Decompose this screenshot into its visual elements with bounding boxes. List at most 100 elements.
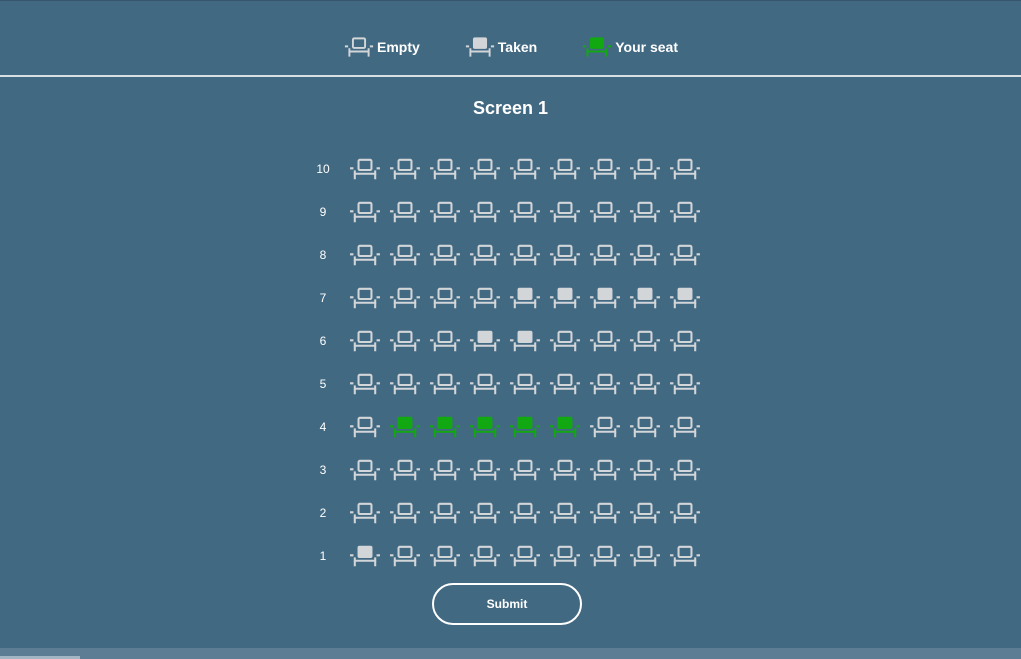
seat-empty-icon[interactable]	[468, 152, 502, 186]
seat-empty-icon[interactable]	[628, 195, 662, 229]
horizontal-scrollbar[interactable]	[0, 648, 1021, 659]
seat-empty-icon[interactable]	[388, 496, 422, 530]
seat-empty-icon[interactable]	[668, 367, 702, 401]
seat-empty-icon[interactable]	[348, 238, 382, 272]
seat-empty-icon[interactable]	[388, 539, 422, 573]
seat-empty-icon[interactable]	[548, 539, 582, 573]
seat-empty-icon[interactable]	[508, 367, 542, 401]
seat-empty-icon[interactable]	[508, 152, 542, 186]
seat-empty-icon[interactable]	[508, 453, 542, 487]
seat-row: 1	[310, 534, 708, 577]
seat-empty-icon[interactable]	[428, 238, 462, 272]
row-label: 2	[319, 505, 327, 520]
seat-row: 3	[310, 448, 708, 491]
seat-empty-icon[interactable]	[428, 367, 462, 401]
seat-empty-icon[interactable]	[548, 496, 582, 530]
seat-empty-icon[interactable]	[588, 539, 622, 573]
seat-row: 8	[310, 233, 708, 276]
seat-empty-icon[interactable]	[468, 238, 502, 272]
seat-taken-icon	[668, 281, 702, 315]
seat-empty-icon[interactable]	[668, 496, 702, 530]
seat-empty-icon[interactable]	[428, 324, 462, 358]
legend-divider	[0, 75, 1021, 77]
seat-empty-icon[interactable]	[628, 453, 662, 487]
seat-empty-icon[interactable]	[348, 367, 382, 401]
seat-taken-icon	[464, 32, 496, 62]
seat-taken-icon	[508, 281, 542, 315]
seat-empty-icon[interactable]	[348, 496, 382, 530]
seat-empty-icon[interactable]	[388, 281, 422, 315]
seat-empty-icon[interactable]	[468, 453, 502, 487]
seat-empty-icon[interactable]	[468, 195, 502, 229]
seat-empty-icon[interactable]	[508, 539, 542, 573]
seat-empty-icon[interactable]	[388, 152, 422, 186]
seat-empty-icon[interactable]	[388, 453, 422, 487]
seat-empty-icon[interactable]	[428, 195, 462, 229]
row-label: 4	[319, 419, 327, 434]
seat-empty-icon[interactable]	[468, 539, 502, 573]
seat-selected-icon[interactable]	[508, 410, 542, 444]
seat-empty-icon[interactable]	[348, 152, 382, 186]
seat-empty-icon[interactable]	[428, 539, 462, 573]
seat-selected-icon[interactable]	[428, 410, 462, 444]
seat-empty-icon[interactable]	[588, 410, 622, 444]
seat-empty-icon[interactable]	[588, 453, 622, 487]
seat-empty-icon[interactable]	[388, 195, 422, 229]
seat-selected-icon[interactable]	[548, 410, 582, 444]
seat-empty-icon[interactable]	[628, 410, 662, 444]
seat-empty-icon[interactable]	[668, 539, 702, 573]
seat-empty-icon[interactable]	[508, 195, 542, 229]
seat-legend: Empty Taken Your seat	[0, 30, 1021, 64]
seat-empty-icon[interactable]	[588, 324, 622, 358]
seat-empty-icon[interactable]	[428, 453, 462, 487]
seat-empty-icon[interactable]	[388, 238, 422, 272]
seat-empty-icon[interactable]	[668, 324, 702, 358]
seat-empty-icon[interactable]	[548, 453, 582, 487]
seat-empty-icon[interactable]	[628, 496, 662, 530]
seat-empty-icon[interactable]	[628, 152, 662, 186]
seat-empty-icon[interactable]	[548, 152, 582, 186]
seat-empty-icon[interactable]	[628, 367, 662, 401]
submit-button[interactable]: Submit	[432, 583, 582, 625]
seat-empty-icon[interactable]	[628, 238, 662, 272]
seat-empty-icon[interactable]	[428, 496, 462, 530]
seat-empty-icon[interactable]	[588, 238, 622, 272]
seat-selected-icon[interactable]	[468, 410, 502, 444]
legend-label-taken: Taken	[497, 39, 538, 55]
seat-empty-icon[interactable]	[348, 453, 382, 487]
seat-empty-icon[interactable]	[548, 367, 582, 401]
seat-empty-icon[interactable]	[388, 324, 422, 358]
seat-row: 4	[310, 405, 708, 448]
seat-empty-icon[interactable]	[588, 367, 622, 401]
seat-empty-icon[interactable]	[348, 195, 382, 229]
seat-empty-icon[interactable]	[628, 539, 662, 573]
seat-empty-icon[interactable]	[428, 152, 462, 186]
seat-empty-icon[interactable]	[388, 367, 422, 401]
seat-empty-icon[interactable]	[348, 324, 382, 358]
seat-empty-icon[interactable]	[468, 367, 502, 401]
seat-empty-icon[interactable]	[508, 238, 542, 272]
seat-empty-icon[interactable]	[548, 195, 582, 229]
seat-empty-icon[interactable]	[588, 195, 622, 229]
seat-taken-icon	[508, 324, 542, 358]
seat-taken-icon	[588, 281, 622, 315]
seat-empty-icon[interactable]	[548, 324, 582, 358]
seat-empty-icon[interactable]	[668, 152, 702, 186]
seat-empty-icon[interactable]	[468, 281, 502, 315]
seat-row: 5	[310, 362, 708, 405]
seat-selected-icon[interactable]	[388, 410, 422, 444]
seat-empty-icon[interactable]	[628, 324, 662, 358]
seat-empty-icon[interactable]	[588, 152, 622, 186]
seat-empty-icon[interactable]	[668, 410, 702, 444]
seat-empty-icon[interactable]	[668, 238, 702, 272]
seat-empty-icon[interactable]	[348, 281, 382, 315]
seat-empty-icon[interactable]	[668, 195, 702, 229]
seat-empty-icon[interactable]	[668, 453, 702, 487]
seat-empty-icon[interactable]	[428, 281, 462, 315]
top-border	[0, 0, 1021, 1]
seat-empty-icon[interactable]	[468, 496, 502, 530]
seat-empty-icon[interactable]	[508, 496, 542, 530]
seat-empty-icon[interactable]	[588, 496, 622, 530]
seat-empty-icon[interactable]	[548, 238, 582, 272]
seat-empty-icon[interactable]	[348, 410, 382, 444]
